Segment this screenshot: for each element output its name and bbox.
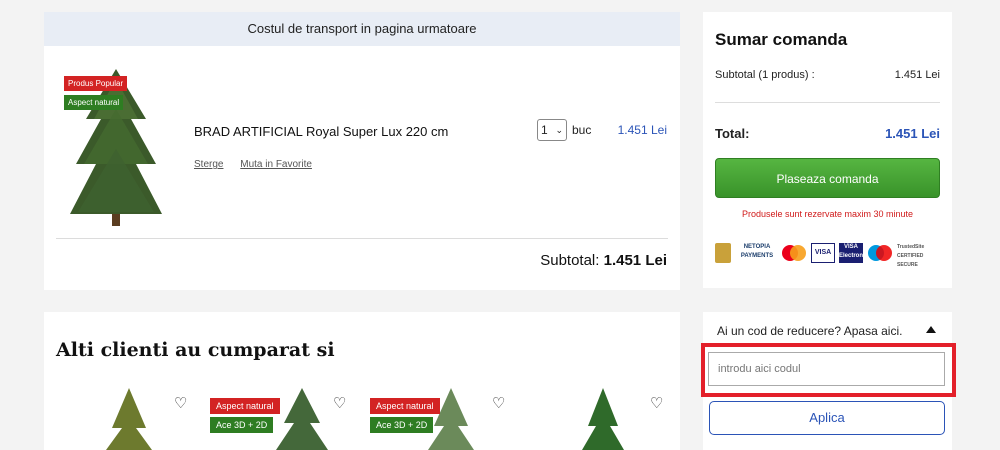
discount-panel: Ai un cod de reducere? Apasa aici. Aplic… <box>701 312 956 450</box>
visa-logo: VISA <box>811 243 835 263</box>
badge-3d-needles: Ace 3D + 2D <box>210 417 274 433</box>
recommended-products-panel: Alti clienti au cumparat si ♡ Aspect nat… <box>44 312 680 450</box>
badge-natural: Aspect natural <box>370 398 440 414</box>
product-card-image[interactable] <box>104 388 154 450</box>
quantity-value: 1 <box>541 123 548 137</box>
quantity-select[interactable]: 1 ⌄ <box>537 119 567 141</box>
summary-total-row: Total: 1.451 Lei <box>715 126 940 141</box>
quantity-unit: buc <box>572 123 592 137</box>
badge-natural: Aspect natural <box>64 95 124 110</box>
visa-electron-logo: VISA Electron <box>839 243 863 263</box>
summary-subtotal-value: 1.451 Lei <box>894 69 940 81</box>
summary-total-value: 1.451 Lei <box>885 126 940 141</box>
recommended-title: Alti clienti au cumparat si <box>56 339 335 361</box>
product-actions: Sterge Muta in Favorite <box>194 159 326 170</box>
trustedsite-logo: TrustedSite CERTIFIED SECURE <box>897 244 925 268</box>
caret-up-icon[interactable] <box>926 326 936 333</box>
netopia-shield-icon <box>715 243 731 263</box>
product-name[interactable]: BRAD ARTIFICIAL Royal Super Lux 220 cm <box>194 124 448 139</box>
discount-code-input[interactable] <box>708 352 945 386</box>
heart-icon[interactable]: ♡ <box>650 396 666 412</box>
order-summary-panel: Sumar comanda Subtotal (1 produs) : 1.45… <box>703 12 952 288</box>
cart-panel: Costul de transport in pagina urmatoare … <box>44 12 680 290</box>
badge-3d-needles: Ace 3D + 2D <box>370 417 434 433</box>
badge-natural: Aspect natural <box>210 398 280 414</box>
cart-subtotal: Subtotal: 1.451 Lei <box>540 252 667 269</box>
cart-subtotal-label: Subtotal: <box>540 252 600 269</box>
discount-toggle-label[interactable]: Ai un cod de reducere? Apasa aici. <box>717 324 902 338</box>
summary-total-label: Total: <box>715 126 750 141</box>
cart-subtotal-value: 1.451 Lei <box>603 252 667 269</box>
product-card-image[interactable] <box>272 388 332 450</box>
product-card-image[interactable] <box>580 388 626 450</box>
mastercard-logo <box>781 243 807 263</box>
summary-subtotal-label: Subtotal (1 produs) : <box>715 69 815 81</box>
product-price: 1.451 Lei <box>617 123 667 137</box>
maestro-logo <box>867 243 893 263</box>
reservation-note: Produsele sunt rezervate maxim 30 minute <box>741 209 914 219</box>
chevron-down-icon: ⌄ <box>555 125 563 135</box>
move-to-favorites-link[interactable]: Muta in Favorite <box>240 159 312 170</box>
payment-logos: NETOPIA PAYMENTS VISA VISA Electron Trus… <box>715 240 941 268</box>
badge-popular: Produs Popular <box>64 76 128 91</box>
delete-link[interactable]: Sterge <box>194 159 223 170</box>
summary-divider <box>715 102 940 103</box>
shipping-banner: Costul de transport in pagina urmatoare <box>44 12 680 46</box>
netopia-payments-logo: NETOPIA PAYMENTS <box>740 244 774 259</box>
place-order-button[interactable]: Plaseaza comanda <box>715 158 940 198</box>
heart-icon[interactable]: ♡ <box>174 396 190 412</box>
heart-icon[interactable]: ♡ <box>333 396 349 412</box>
summary-subtotal-row: Subtotal (1 produs) : 1.451 Lei <box>715 69 940 81</box>
apply-discount-button[interactable]: Aplica <box>709 401 945 435</box>
divider <box>56 238 668 239</box>
summary-title: Sumar comanda <box>715 30 848 49</box>
heart-icon[interactable]: ♡ <box>492 396 508 412</box>
